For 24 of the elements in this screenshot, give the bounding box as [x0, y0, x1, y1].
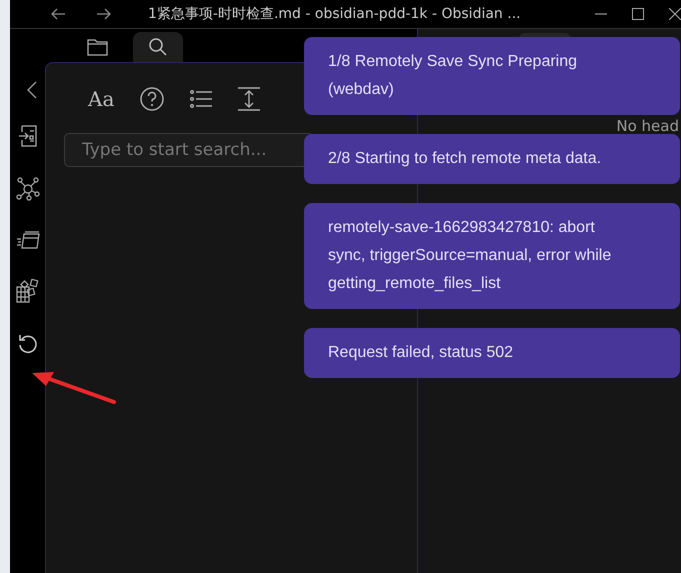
graph-icon[interactable] — [16, 177, 40, 201]
back-arrow-icon[interactable] — [50, 8, 66, 20]
list-icon[interactable] — [190, 90, 212, 108]
notification-toast: Request failed, status 502 — [304, 328, 680, 378]
window-title: 1紧急事项-时时检查.md - obsidian-pdd-1k - Obsidian ... — [148, 5, 522, 23]
sync-icon[interactable] — [16, 333, 38, 355]
chevron-left-icon[interactable] — [26, 81, 36, 99]
maximize-icon[interactable] — [632, 8, 644, 20]
notification-toast: remotely-save-1662983427810: abort sync, triggerSource=manual, error while getting_remote_files_list — [304, 203, 680, 309]
search-tab[interactable] — [133, 32, 183, 62]
match-case-button[interactable]: Aa — [88, 87, 114, 111]
search-icon — [148, 37, 168, 57]
folder-icon — [87, 38, 109, 56]
blocks-icon[interactable] — [16, 279, 40, 303]
expand-vertical-icon[interactable] — [238, 87, 260, 111]
help-icon[interactable] — [140, 87, 164, 111]
search-field[interactable]: Type to start search... — [64, 133, 314, 167]
notification-toast: 1/8 Remotely Save Sync Preparing (webdav) — [304, 37, 680, 115]
close-icon[interactable] — [669, 8, 681, 20]
pane-message: No head — [616, 118, 680, 134]
forward-arrow-icon[interactable] — [96, 8, 112, 20]
document-import-icon[interactable] — [18, 125, 38, 147]
cards-icon[interactable] — [16, 231, 40, 249]
notification-toast: 2/8 Starting to fetch remote meta data. — [304, 134, 680, 184]
